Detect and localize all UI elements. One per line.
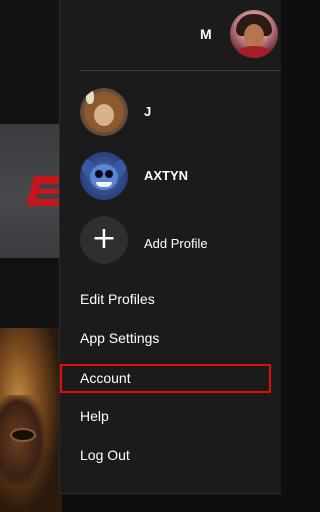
profile-dropdown-menu: M J AXTYN + Add Profile Edit Profiles Ap…: [59, 0, 281, 494]
beast-avatar-icon: [80, 88, 128, 136]
poster-artwork-detail: [10, 428, 36, 442]
menu-divider: [80, 70, 281, 71]
menu-item-app-settings[interactable]: App Settings: [80, 330, 159, 346]
profile-item-axtyn[interactable]: AXTYN: [80, 152, 270, 202]
avatar-muzzle: [94, 104, 114, 126]
menu-item-account[interactable]: Account: [80, 370, 131, 386]
profile-name: J: [144, 104, 152, 119]
plus-icon: +: [80, 216, 128, 264]
current-profile-header[interactable]: M: [60, 0, 281, 70]
avatar-mouth: [96, 182, 112, 187]
avatar-shirt: [236, 46, 272, 58]
menu-item-edit-profiles[interactable]: Edit Profiles: [80, 291, 155, 307]
avatar-eye-right: [105, 170, 113, 178]
woman-avatar-icon[interactable]: [230, 10, 278, 58]
current-profile-initial: M: [200, 26, 212, 42]
avatar-eye-left: [95, 170, 103, 178]
profile-name: AXTYN: [144, 168, 189, 183]
menu-item-help[interactable]: Help: [80, 408, 109, 424]
add-profile-label: Add Profile: [144, 236, 208, 251]
profile-item-j[interactable]: J: [80, 88, 270, 138]
avatar-horn: [86, 90, 94, 104]
menu-item-log-out[interactable]: Log Out: [80, 447, 130, 463]
add-profile-button[interactable]: + Add Profile: [80, 216, 270, 266]
avatar-face: [244, 24, 264, 48]
stitch-avatar-icon: [80, 152, 128, 200]
